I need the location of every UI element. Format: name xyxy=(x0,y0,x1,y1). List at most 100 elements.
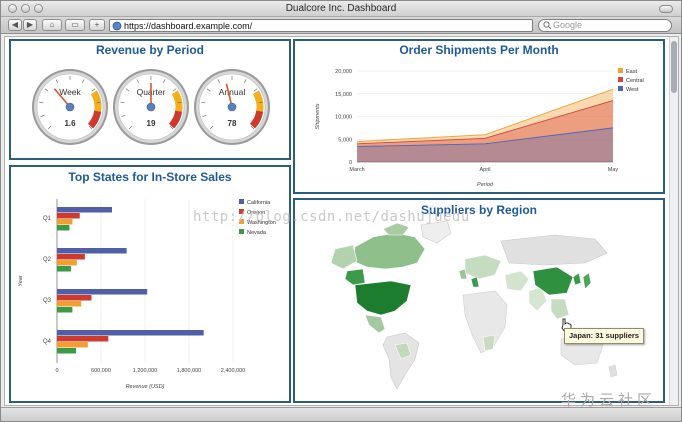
states-bar-oregon xyxy=(57,213,80,219)
states-ytick: Q2 xyxy=(43,257,52,263)
suppliers-panel: Suppliers by Region xyxy=(293,198,665,403)
states-ytick: Q3 xyxy=(43,298,52,304)
home-button[interactable]: ⌂ xyxy=(42,19,62,31)
shipments-chart: 0 5,000 10,000 15,000 20,000 March April May Per… xyxy=(315,68,644,188)
gauge-label: Annual xyxy=(219,87,246,97)
gauge-hub xyxy=(65,102,75,112)
map-region-russia[interactable] xyxy=(500,234,608,266)
shipments-ylabel: Shipments xyxy=(315,103,321,129)
shipments-xtick: April xyxy=(479,167,490,173)
gauge-label: Week xyxy=(59,87,81,97)
states-xtick: 2,400,000 xyxy=(221,368,245,374)
map-region-south-africa[interactable] xyxy=(482,334,496,352)
shipments-legend-swatch xyxy=(618,77,623,82)
map-region-middle-east[interactable] xyxy=(504,270,530,292)
states-ytick: Q4 xyxy=(43,339,52,345)
gauge-yellow-zone xyxy=(252,90,264,112)
shipments-legend-swatch xyxy=(618,68,623,73)
scrollbar-thumb[interactable] xyxy=(671,41,677,93)
map-region-south-america[interactable] xyxy=(382,332,420,390)
states-xtick: 600,000 xyxy=(91,368,111,374)
shipments-ytick: 10,000 xyxy=(335,115,352,121)
map-region-canada[interactable] xyxy=(352,232,426,270)
states-legend-label: California xyxy=(247,200,271,206)
blog-watermark: http://blog.csdn.net/dashujuedu xyxy=(193,209,470,225)
browser-window: Dualcore Inc. Dashboard ◀ ▶ ⌂ ▭ + https:… xyxy=(0,0,682,422)
shipments-ytick: 0 xyxy=(349,160,352,166)
states-bar-california xyxy=(57,289,148,295)
revenue-title: Revenue by Period xyxy=(95,43,205,57)
map-region-new-zealand[interactable] xyxy=(608,364,618,378)
map-region-mexico[interactable] xyxy=(364,314,386,334)
browser-toolbar: ◀ ▶ ⌂ ▭ + https://dashboard.example.com/… xyxy=(1,17,681,34)
map-tooltip: Japan: 31 suppliers xyxy=(564,328,644,344)
search-field[interactable]: Google xyxy=(538,19,672,32)
states-bar-california xyxy=(57,330,204,336)
states-bar-washington xyxy=(57,219,73,225)
map-region-west-canada[interactable] xyxy=(344,268,366,286)
states-bar-california xyxy=(57,248,127,254)
toolbar-toggle-button[interactable] xyxy=(659,5,673,13)
map-region-alaska[interactable] xyxy=(330,244,358,270)
world-map[interactable] xyxy=(295,219,663,401)
shipments-title: Order Shipments Per Month xyxy=(399,43,559,57)
states-bar-nevada xyxy=(57,307,73,313)
shipments-ytick: 20,000 xyxy=(335,69,352,75)
states-xtick: 1,200,000 xyxy=(133,368,157,374)
search-icon xyxy=(543,21,552,30)
states-title: Top States for In-Store Sales xyxy=(68,170,232,184)
states-ylabel: Year xyxy=(18,274,24,286)
states-bar-washington xyxy=(57,342,88,348)
shipments-ytick: 5,000 xyxy=(338,137,352,143)
search-placeholder: Google xyxy=(553,20,583,30)
shipments-legend-swatch xyxy=(618,86,623,91)
states-bar-washington xyxy=(57,260,77,266)
gauge-value: 1.6 xyxy=(64,119,76,128)
site-icon xyxy=(112,21,122,31)
map-region-japan[interactable] xyxy=(582,272,592,290)
states-legend-swatch xyxy=(239,199,244,204)
add-icon: + xyxy=(94,20,100,29)
states-legend-label: Nevada xyxy=(247,230,267,236)
address-bar[interactable]: https://dashboard.example.com/ xyxy=(109,19,533,32)
shipments-xlabel: Period xyxy=(477,182,494,188)
gauge-value: 78 xyxy=(228,119,237,128)
states-legend-swatch xyxy=(239,229,244,234)
states-bar-nevada xyxy=(57,348,77,354)
states-panel: Top States for In-Store Sales 0 600,000 1,… xyxy=(9,165,291,403)
forward-icon: ▶ xyxy=(26,20,34,29)
back-button[interactable]: ◀ xyxy=(8,19,22,31)
shipments-xtick: May xyxy=(608,167,619,173)
tabs-button[interactable]: ▭ xyxy=(65,19,85,31)
shipments-ytick: 15,000 xyxy=(335,92,352,98)
gauge-value: 19 xyxy=(147,119,156,128)
shipments-legend-label: East xyxy=(626,69,637,75)
gauge-hub xyxy=(227,102,237,112)
title-bar: Dualcore Inc. Dashboard xyxy=(1,1,681,17)
states-xtick: 1,800,000 xyxy=(177,368,201,374)
home-icon: ⌂ xyxy=(49,20,55,29)
states-xtick: 0 xyxy=(55,368,58,374)
shipments-legend-label: Central xyxy=(626,78,644,84)
states-bar-oregon xyxy=(57,254,85,260)
states-bar-oregon xyxy=(57,336,109,342)
gauge-yellow-zone xyxy=(90,90,102,112)
revenue-panel: Revenue by Period Week1.6Quarter19Annual… xyxy=(9,39,291,160)
shipments-xtick: March xyxy=(349,167,364,173)
map-region-usa[interactable] xyxy=(354,280,412,316)
window-title: Dualcore Inc. Dashboard xyxy=(285,3,397,14)
back-icon: ◀ xyxy=(11,20,19,29)
states-ytick: Q1 xyxy=(43,216,52,222)
forward-button[interactable]: ▶ xyxy=(23,19,37,31)
add-bookmark-button[interactable]: + xyxy=(89,19,105,31)
map-region-southeast-asia[interactable] xyxy=(550,298,570,320)
states-xlabel: Revenue (USD) xyxy=(126,384,165,390)
map-region-europe[interactable] xyxy=(464,254,502,280)
map-region-korea[interactable] xyxy=(572,272,582,286)
states-bar-nevada xyxy=(57,225,70,231)
shipments-panel: Order Shipments Per Month 0 5,000 10,000 15… xyxy=(293,39,665,194)
states-bar-oregon xyxy=(57,295,92,301)
tabs-icon: ▭ xyxy=(71,20,79,29)
url-text: https://dashboard.example.com/ xyxy=(124,21,253,31)
states-bar-california xyxy=(57,207,112,213)
